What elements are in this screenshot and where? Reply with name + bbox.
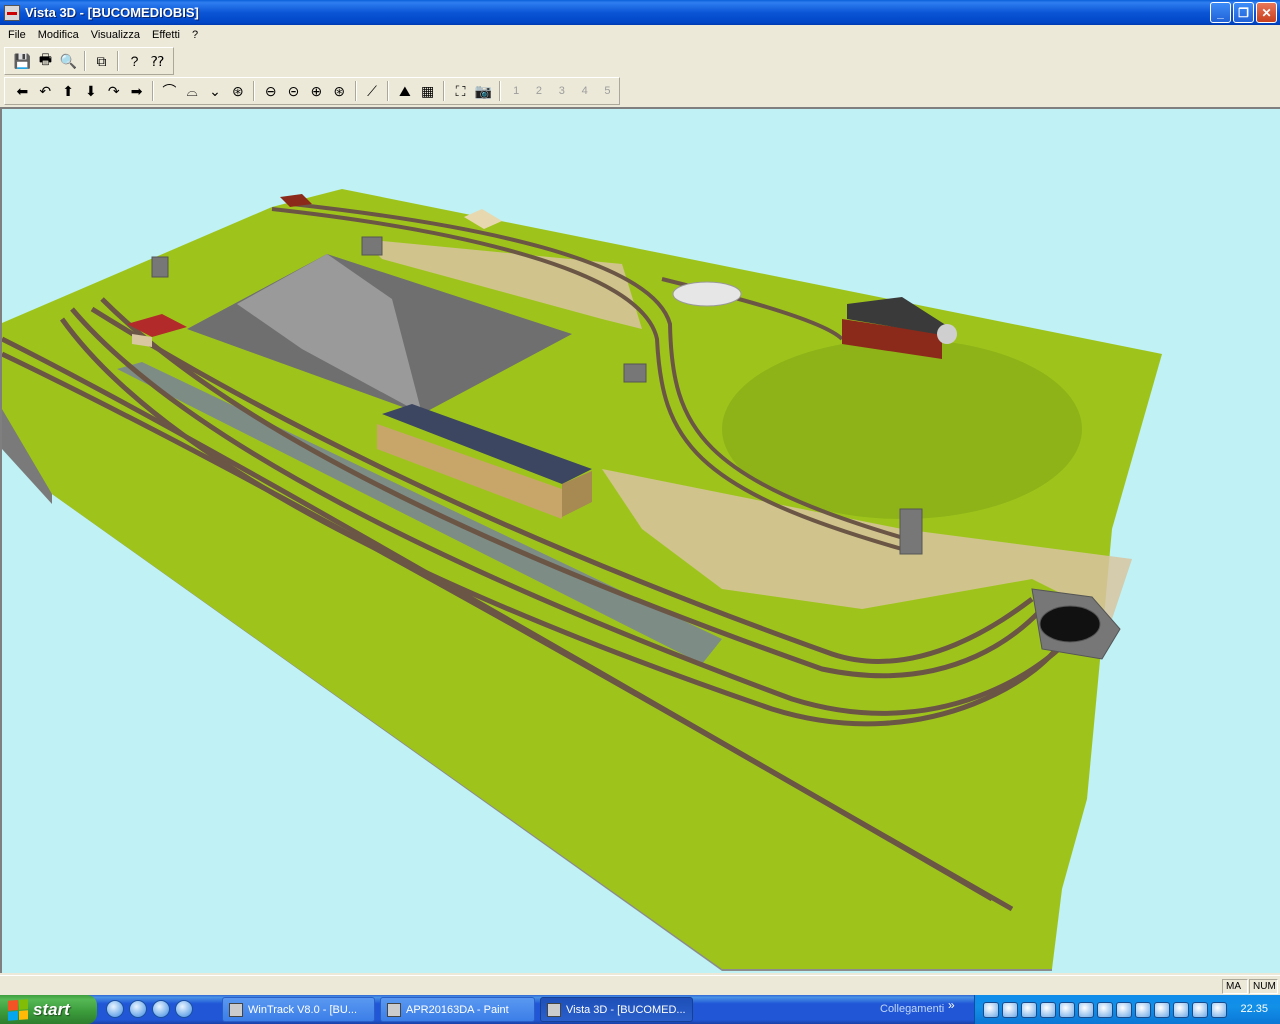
tray-sync-icon[interactable] (1040, 1001, 1056, 1018)
show-desktop-icon[interactable] (106, 1000, 124, 1018)
tray-monitor-icon[interactable] (1211, 1001, 1227, 1018)
media-player-icon[interactable] (129, 1000, 147, 1018)
window-title: Vista 3D - [BUCOMEDIOBIS] (25, 5, 199, 20)
menu-modifica[interactable]: Modifica (32, 29, 85, 41)
tilt-down-icon[interactable]: ⌓ (181, 80, 204, 102)
track-icon[interactable]: ⟋ (361, 80, 384, 102)
tray-shield-icon[interactable] (1021, 1001, 1037, 1018)
quick-launch (106, 1000, 193, 1018)
rotate-left-icon[interactable]: ↶ (34, 80, 57, 102)
toolbar-separator (151, 81, 154, 101)
app-icon[interactable] (4, 4, 20, 21)
print-preview-icon[interactable]: 🔍 (57, 50, 80, 72)
help-icon[interactable]: ? (123, 50, 146, 72)
preset-1-icon[interactable]: 1 (505, 80, 528, 102)
wintrack-icon (229, 1002, 243, 1017)
tray-antivirus-icon[interactable] (1078, 1001, 1094, 1018)
preset-4-icon[interactable]: 4 (573, 80, 596, 102)
internet-explorer-icon[interactable] (152, 1000, 170, 1018)
toolbar-separator (354, 81, 357, 101)
tray-security-icon[interactable] (1192, 1001, 1208, 1018)
windows-flag-icon (8, 998, 28, 1021)
menu-effetti[interactable]: Effetti (146, 29, 186, 41)
start-label: start (33, 999, 70, 1019)
maximize-button[interactable]: ❐ (1233, 2, 1254, 23)
tray-bluetooth-icon[interactable] (1173, 1001, 1189, 1018)
move-right-icon[interactable]: ➡ (125, 80, 148, 102)
tilt-up-icon[interactable]: ⌒ (158, 80, 181, 102)
zoom-out-icon[interactable]: ⊝ (282, 80, 305, 102)
tray-update-icon[interactable] (1097, 1001, 1113, 1018)
toolbar-separator (84, 51, 86, 71)
status-caps: MA (1222, 979, 1248, 994)
task-wintrack[interactable]: WinTrack V8.0 - [BU... (222, 997, 375, 1022)
system-tray (974, 995, 1280, 1024)
layout-3d-scene (2, 189, 1162, 971)
tray-network-icon[interactable] (983, 1001, 999, 1018)
menu-file[interactable]: File (2, 29, 32, 41)
snapshot-icon[interactable]: 📷 (472, 80, 495, 102)
taskbar-clock[interactable]: 22.35 (1240, 1003, 1268, 1015)
orbit-icon[interactable]: ⊛ (226, 80, 249, 102)
tray-volume-icon[interactable] (1135, 1001, 1151, 1018)
move-up-icon[interactable]: ⬆ (57, 80, 80, 102)
rotate-right-icon[interactable]: ↷ (102, 80, 125, 102)
status-bar: MA NUM (0, 975, 1280, 995)
preset-5-icon[interactable]: 5 (596, 80, 619, 102)
preset-2-icon[interactable]: 2 (528, 80, 551, 102)
start-button[interactable]: start (0, 995, 97, 1024)
zoom-out-small-icon[interactable]: ⊖ (259, 80, 282, 102)
toolbar-separator (387, 81, 390, 101)
title-bar: Vista 3D - [BUCOMEDIOBIS] _ ❐ ✕ (0, 0, 1280, 25)
turntable (672, 281, 742, 307)
chrome-icon[interactable] (175, 1000, 193, 1018)
fit-view-icon[interactable]: ⛶ (449, 80, 472, 102)
toolbar-separator (117, 51, 119, 71)
standard-toolbar: 💾 🖶 🔍 ⧉ ? ⁇ (4, 47, 174, 75)
tray-power-icon[interactable] (1154, 1001, 1170, 1018)
window-controls: _ ❐ ✕ (1210, 2, 1277, 23)
terrain-icon[interactable]: ⛰ (393, 80, 416, 102)
zoom-in-large-icon[interactable]: ⊛ (328, 80, 351, 102)
copy-icon[interactable]: ⧉ (90, 50, 113, 72)
links-chevron-icon[interactable]: » (948, 998, 955, 1012)
taskbar: start WinTrack V8.0 - [BU... APR20163DA … (0, 995, 1280, 1024)
tray-wireless-icon[interactable] (1116, 1001, 1132, 1018)
paint-icon (387, 1002, 401, 1017)
tray-display-icon[interactable] (1002, 1001, 1018, 1018)
grid-icon[interactable]: ▦ (416, 80, 439, 102)
zoom-in-icon[interactable]: ⊕ (305, 80, 328, 102)
preset-3-icon[interactable]: 3 (550, 80, 573, 102)
links-toolbar-label[interactable]: Collegamenti (880, 1003, 944, 1015)
menu-visualizza[interactable]: Visualizza (85, 29, 146, 41)
pan-down-icon[interactable]: ⌄ (204, 80, 227, 102)
toolbar-separator (253, 81, 256, 101)
toolbar-separator (498, 81, 501, 101)
task-vista-3d[interactable]: Vista 3D - [BUCOMED... (540, 997, 693, 1022)
tray-usb-icon[interactable] (1059, 1001, 1075, 1018)
move-down-icon[interactable]: ⬇ (79, 80, 102, 102)
task-label: Vista 3D - [BUCOMED... (566, 1003, 686, 1016)
toolbar-separator (443, 81, 446, 101)
vista-3d-icon (547, 1002, 561, 1017)
task-label: WinTrack V8.0 - [BU... (248, 1003, 358, 1016)
close-button[interactable]: ✕ (1256, 2, 1277, 23)
3d-viewport[interactable] (0, 107, 1280, 973)
menu-bar: File Modifica Visualizza Effetti ? (0, 25, 1280, 45)
move-left-icon[interactable]: ⬅ (11, 80, 34, 102)
view-toolbar: ⬅ ↶ ⬆ ⬇ ↷ ➡ ⌒ ⌓ ⌄ ⊛ ⊖ ⊝ ⊕ ⊛ ⟋ ⛰ ▦ ⛶ 📷 1 … (4, 77, 620, 105)
context-help-icon[interactable]: ⁇ (146, 50, 169, 72)
task-label: APR20163DA - Paint (406, 1003, 509, 1016)
minimize-button[interactable]: _ (1210, 2, 1231, 23)
save-icon[interactable]: 💾 (11, 50, 34, 72)
print-icon[interactable]: 🖶 (34, 50, 57, 72)
status-num: NUM (1249, 979, 1278, 994)
menu-help[interactable]: ? (186, 29, 204, 41)
task-paint[interactable]: APR20163DA - Paint (380, 997, 535, 1022)
